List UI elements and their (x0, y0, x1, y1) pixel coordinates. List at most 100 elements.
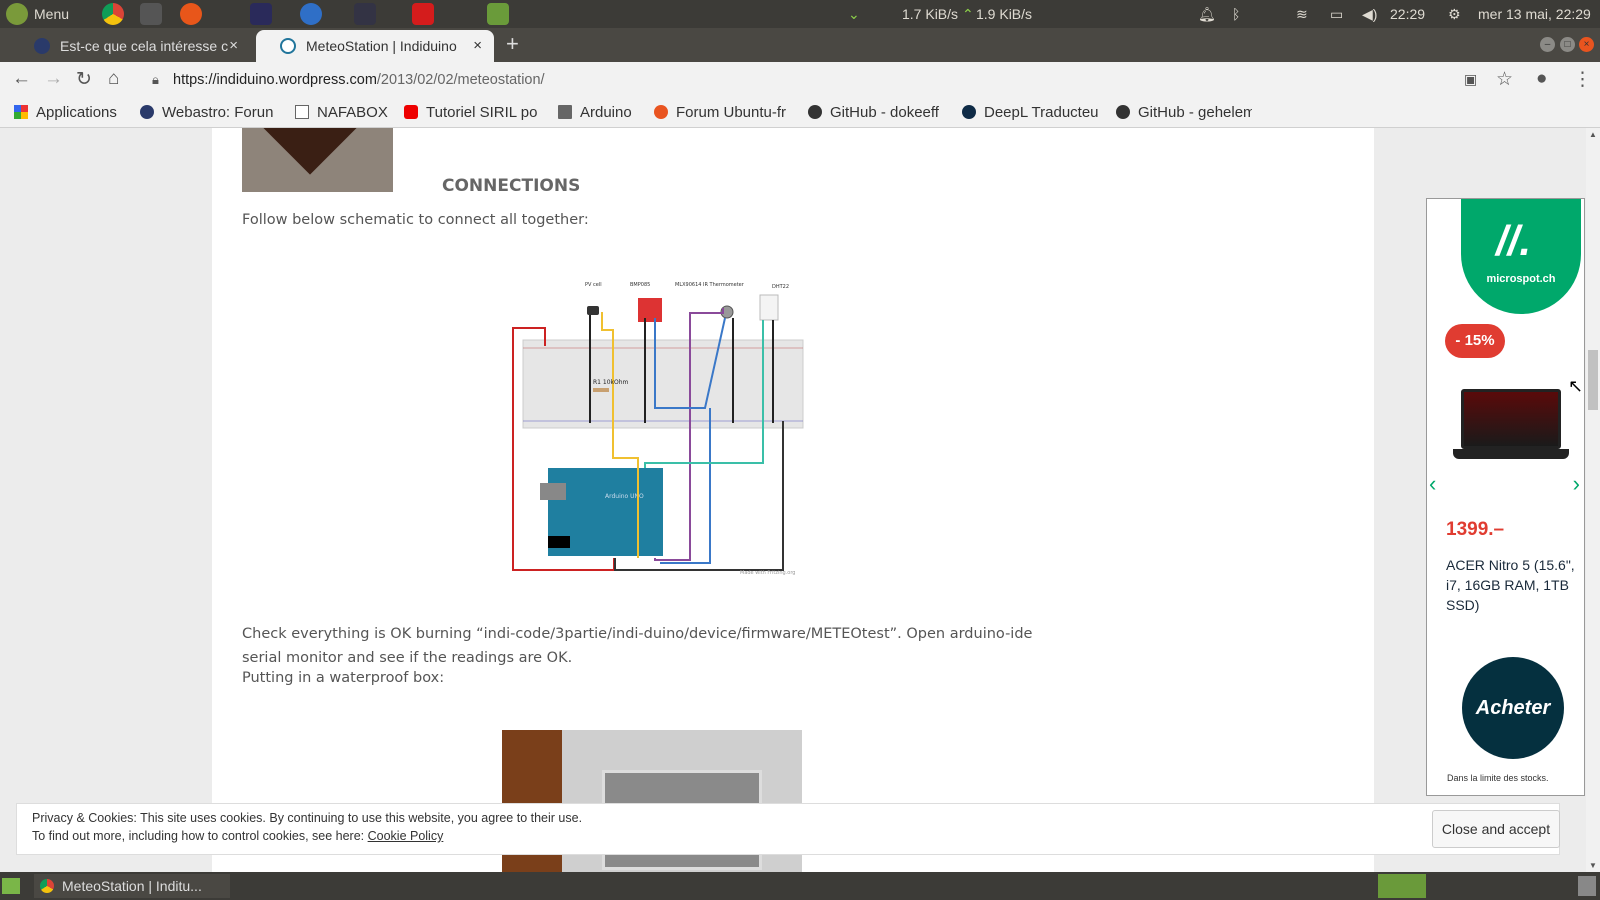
show-desktop-icon[interactable] (2, 878, 20, 894)
bookmarks-bar: Applications Webastro: Forun NAFABOX Tut… (0, 98, 1600, 128)
tab-meteostation[interactable]: MeteoStation | Indiduino × (256, 30, 494, 62)
wifi-icon[interactable]: ≋ (1296, 6, 1308, 23)
scroll-down-icon[interactable]: ▼ (1589, 861, 1597, 870)
url-path: /2013/02/02/meteostation/ (376, 72, 545, 88)
files-launcher-icon[interactable] (487, 3, 509, 25)
advertisement[interactable]: ▷ ✕ microspot.ch //. - 15% ‹ › 1399.– AC… (1426, 198, 1585, 796)
new-tab-button[interactable]: + (506, 31, 519, 57)
product-name: ACER Nitro 5 (15.6", i7, 16GB RAM, 1TB S… (1446, 557, 1575, 613)
close-tab-icon[interactable]: × (229, 37, 238, 54)
top-panel: Menu ⌄ 1.7 KiB/s ⌃ 1.9 KiB/s 🔔︎ ᛒ ≋ ▭ ◀)… (0, 0, 1600, 28)
chrome-launcher-icon[interactable] (102, 3, 124, 25)
scrollbar-thumb[interactable] (1588, 350, 1598, 410)
breadboard (522, 339, 804, 429)
paragraph-check-readings: Check everything is OK burning “indi-cod… (242, 626, 1033, 666)
cookie-banner: Privacy & Cookies: This site uses cookie… (16, 803, 1560, 855)
label-dht22: DHT22 (772, 284, 789, 290)
net-up-speed: 1.9 KiB/s (976, 6, 1033, 22)
label-bmp085: BMP085 (630, 282, 650, 288)
maximize-button[interactable]: □ (1560, 37, 1575, 52)
battery-icon[interactable]: ▭ (1330, 6, 1343, 23)
reload-icon[interactable]: ↻ (76, 68, 92, 91)
settings-gear-icon[interactable]: ⚙ (1448, 6, 1461, 23)
carousel-next-icon[interactable]: › (1573, 471, 1580, 497)
tab-title: Est-ce que cela intéresse c (60, 38, 229, 54)
tab-webastro[interactable]: Est-ce que cela intéresse c × (10, 30, 250, 62)
telescope-launcher-icon[interactable] (140, 3, 162, 25)
net-down-speed: 1.7 KiB/s (902, 6, 959, 22)
workspace-switcher[interactable] (1378, 874, 1426, 898)
bookmark-github-dokeeff[interactable]: GitHub - dokeeff (808, 104, 944, 121)
bookmark-star-icon[interactable]: ☆ (1496, 68, 1513, 91)
url-host: https://indiduino.wordpress.com (173, 72, 377, 88)
bookmark-forum-ubuntu[interactable]: Forum Ubuntu-fr (654, 104, 792, 121)
cookie-text-line2: To find out more, including how to contr… (32, 829, 444, 843)
app-launcher-icon[interactable] (412, 3, 434, 25)
url-field[interactable]: https://indiduino.wordpress.com/2013/02/… (173, 72, 545, 88)
close-tab-icon[interactable]: × (473, 37, 482, 54)
carousel-prev-icon[interactable]: ‹ (1429, 471, 1436, 497)
translate-icon[interactable]: ▣ (1464, 71, 1477, 88)
section-heading: CONNECTIONS (442, 176, 581, 196)
net-up-icon: ⌃ (962, 6, 974, 22)
forward-icon[interactable]: → (44, 68, 63, 90)
cookie-text-line1: Privacy & Cookies: This site uses cookie… (32, 811, 583, 825)
tab-bar: Est-ce que cela intéresse c × MeteoStati… (0, 28, 1600, 62)
bluetooth-icon[interactable]: ᛒ (1232, 6, 1240, 22)
chrome-icon (40, 879, 54, 893)
bookmark-deepl[interactable]: DeepL Traducteu (962, 104, 1098, 121)
stellarium-launcher-icon[interactable] (250, 3, 272, 25)
wordpress-favicon-icon (280, 38, 296, 54)
webastro-favicon-icon (34, 38, 50, 54)
stock-note: Dans la limite des stocks. (1447, 773, 1549, 783)
bookmark-applications[interactable]: Applications (14, 104, 117, 121)
date-time[interactable]: mer 13 mai, 22:29 (1478, 6, 1591, 22)
notification-bell-icon[interactable]: 🔔︎ (1198, 6, 1216, 23)
label-resistor: R1 10kOhm (593, 379, 629, 386)
lock-icon: 🔒︎ (152, 72, 159, 87)
connection-schematic: Arduino UNO PV cell BMP085 MLX90614 IR T… (512, 282, 804, 576)
volume-icon[interactable]: ◀) (1362, 6, 1377, 23)
trash-icon[interactable] (1578, 876, 1596, 896)
taskbar-window-title: MeteoStation | Inditu... (62, 878, 202, 894)
microspot-logo: microspot.ch //. (1461, 199, 1581, 314)
cookie-policy-link[interactable]: Cookie Policy (368, 829, 444, 843)
profile-icon[interactable]: ● (1536, 68, 1547, 90)
minimize-button[interactable]: – (1540, 37, 1555, 52)
bookmark-tutoriel-siril[interactable]: Tutoriel SIRIL po (404, 104, 542, 121)
bmp085-module (638, 298, 662, 322)
home-icon[interactable]: ⌂ (108, 68, 119, 90)
close-window-button[interactable]: × (1579, 37, 1594, 52)
close-and-accept-button[interactable]: Close and accept (1432, 810, 1560, 848)
menu-dots-icon[interactable]: ⋮ (1573, 68, 1592, 91)
intro-text: Follow below schematic to connect all to… (242, 212, 589, 228)
discount-badge: - 15% (1445, 324, 1505, 358)
bookmark-webastro[interactable]: Webastro: Forun (140, 104, 278, 121)
taskbar: MeteoStation | Inditu... (0, 872, 1600, 900)
bookmark-nafabox[interactable]: NAFABOX (295, 104, 388, 121)
dht22-sensor (759, 294, 779, 321)
buy-button[interactable]: Acheter (1462, 657, 1564, 759)
mint-menu-icon[interactable] (6, 3, 28, 25)
paragraph-waterproof-box: Putting in a waterproof box: (242, 670, 445, 686)
web-page: CONNECTIONS Follow below schematic to co… (0, 128, 1586, 872)
label-pv-cell: PV cell (585, 282, 602, 288)
scroll-up-icon[interactable]: ▲ (1589, 130, 1597, 139)
clock[interactable]: 22:29 (1390, 6, 1425, 22)
label-credit: Made with Fritzing.org (740, 570, 795, 576)
resistor (593, 388, 609, 392)
thunderbird-launcher-icon[interactable] (300, 3, 322, 25)
bookmark-github-gehelem[interactable]: GitHub - gehelem (1116, 104, 1252, 121)
pv-cell (587, 306, 599, 315)
net-down-icon: ⌄ (848, 6, 860, 22)
bookmark-folder-arduino[interactable]: Arduino (558, 104, 632, 121)
kstars-launcher-icon[interactable] (354, 3, 376, 25)
page-scrollbar[interactable]: ▲ ▼ (1586, 128, 1600, 872)
menu-button[interactable]: Menu (34, 6, 69, 22)
label-mlx90614: MLX90614 IR Thermometer (675, 282, 745, 288)
article-content: CONNECTIONS Follow below schematic to co… (212, 128, 1374, 872)
taskbar-window-meteostation[interactable]: MeteoStation | Inditu... (34, 874, 230, 898)
firecapture-launcher-icon[interactable] (180, 3, 202, 25)
back-icon[interactable]: ← (12, 68, 31, 90)
tab-title: MeteoStation | Indiduino (306, 38, 457, 54)
